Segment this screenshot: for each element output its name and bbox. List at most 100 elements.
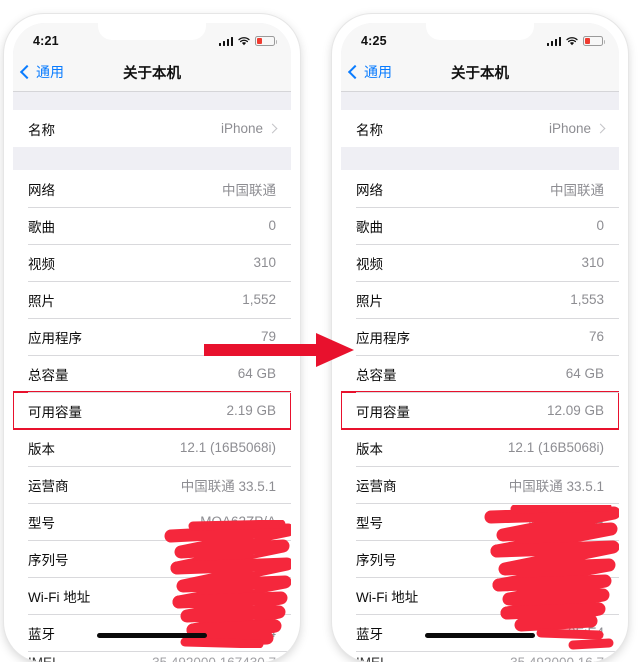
row-value: 中国联通 — [222, 182, 276, 198]
back-button-label: 通用 — [36, 64, 64, 80]
row-label: 总容量 — [356, 367, 397, 383]
cellular-bars-icon — [546, 36, 561, 46]
wifi-icon — [238, 36, 250, 46]
row-label: 型号 — [28, 515, 55, 531]
row-value: 中国联通 33.5.1 — [180, 478, 276, 494]
table-row[interactable]: 名称 iPhone — [341, 110, 619, 147]
table-row-available-storage[interactable]: 可用容量 12.09 GB — [341, 391, 619, 430]
notch — [98, 23, 206, 40]
settings-list-before: 名称 iPhone 网络 中国联通 歌曲 0 视频 310 照片 1,552 应用程序 7… — [13, 92, 291, 662]
row-label: 名称 — [356, 122, 383, 138]
row-label: 运营商 — [28, 478, 69, 494]
nav-bar-before: 通用 关于本机 — [13, 53, 291, 92]
row-value: iPhone — [549, 121, 606, 136]
row-label: 应用程序 — [28, 330, 82, 346]
table-row[interactable]: 运营商 中国联通 33.5.1 — [13, 466, 291, 503]
row-value: 中国联通 — [550, 182, 604, 198]
row-label: IMEI — [356, 655, 384, 662]
home-indicator — [425, 633, 535, 638]
phone-screen-after: 4:25 通用 关于本机 名称 iPhone 网络 中国联通 歌曲 0 视频 3… — [341, 23, 619, 662]
back-button-label: 通用 — [364, 64, 392, 80]
red-right-arrow — [204, 330, 354, 370]
table-row[interactable]: 序列号 — [13, 540, 291, 577]
settings-group-device: 网络 中国联通 歌曲 0 视频 310 照片 1,552 应用程序 79 总容量 64 GB… — [13, 170, 291, 662]
row-label: 歌曲 — [356, 219, 383, 235]
battery-low-icon — [255, 36, 277, 46]
row-label: 版本 — [356, 441, 383, 457]
row-value: MQA62ZP/A — [528, 514, 604, 529]
row-label: 运营商 — [356, 478, 397, 494]
table-row[interactable]: 名称 iPhone — [13, 110, 291, 147]
table-row[interactable]: 视频 310 — [341, 244, 619, 281]
row-value: 1,553 — [570, 292, 604, 307]
table-row[interactable]: 运营商 中国联通 33.5.1 — [341, 466, 619, 503]
row-label: 歌曲 — [28, 219, 55, 235]
table-row-available-storage[interactable]: 可用容量 2.19 GB — [13, 391, 291, 430]
table-row[interactable]: 型号 MQA62ZP/A — [13, 503, 291, 540]
row-value: 76 — [588, 329, 604, 344]
table-row[interactable]: 版本 12.1 (16B5068i) — [341, 429, 619, 466]
table-row[interactable]: 歌曲 0 — [341, 207, 619, 244]
row-value-text: iPhone — [220, 121, 263, 136]
table-row[interactable]: 视频 310 — [13, 244, 291, 281]
settings-group-name: 名称 iPhone — [13, 110, 291, 147]
back-button-general[interactable]: 通用 — [347, 62, 392, 82]
row-label: 视频 — [28, 256, 55, 272]
phone-after: 4:25 通用 关于本机 名称 iPhone 网络 中国联通 歌曲 0 视频 3… — [332, 14, 628, 662]
row-label: 照片 — [28, 293, 55, 309]
table-row[interactable]: 应用程序 76 — [341, 318, 619, 355]
chevron-left-icon — [347, 64, 363, 80]
battery-low-icon — [583, 36, 605, 46]
status-icons — [546, 36, 605, 46]
table-row[interactable]: Wi-Fi 地址 — [13, 577, 291, 614]
wifi-icon — [566, 36, 578, 46]
row-label: 可用容量 — [28, 404, 82, 420]
row-value: 310 — [253, 255, 276, 270]
table-row[interactable]: 歌曲 0 — [13, 207, 291, 244]
settings-group-name: 名称 iPhone — [341, 110, 619, 147]
row-label: 总容量 — [28, 367, 69, 383]
row-label: 型号 — [356, 515, 383, 531]
row-value: 12.09 GB — [546, 403, 604, 418]
row-value: 3F:E4 — [567, 625, 604, 640]
row-label: 蓝牙 — [28, 626, 55, 642]
nav-bar-after: 通用 关于本机 — [341, 53, 619, 92]
table-row[interactable]: 网络 中国联通 — [13, 170, 291, 207]
chevron-right-icon — [267, 123, 278, 134]
row-label: 序列号 — [28, 552, 69, 568]
list-gap — [341, 147, 619, 170]
list-gap — [341, 92, 619, 110]
table-row[interactable]: 版本 12.1 (16B5068i) — [13, 429, 291, 466]
row-value: 12.1 (16B5068i) — [179, 440, 276, 455]
status-icons — [218, 36, 277, 46]
status-clock: 4:21 — [33, 34, 59, 48]
table-row[interactable]: Wi-Fi 地址 — [341, 577, 619, 614]
row-label: 版本 — [28, 441, 55, 457]
table-row[interactable]: 网络 中国联通 — [341, 170, 619, 207]
back-button-general[interactable]: 通用 — [19, 62, 64, 82]
table-row[interactable]: 总容量 64 GB — [341, 355, 619, 392]
row-value: 35 492000 16 7 — [510, 655, 604, 662]
chevron-right-icon — [595, 123, 606, 134]
row-label: 照片 — [356, 293, 383, 309]
row-value: 3F:E4 — [239, 625, 276, 640]
row-label: 序列号 — [356, 552, 397, 568]
table-row[interactable]: 序列号 — [341, 540, 619, 577]
row-label: 应用程序 — [356, 330, 410, 346]
table-row-imei[interactable]: IMEI 35 492000 167430 7 — [13, 651, 291, 662]
row-label: 蓝牙 — [356, 626, 383, 642]
settings-list-after: 名称 iPhone 网络 中国联通 歌曲 0 视频 310 照片 1,553 应用程序 7… — [341, 92, 619, 662]
table-row[interactable]: 照片 1,553 — [341, 281, 619, 318]
row-value: 64 GB — [565, 366, 604, 381]
row-value: 2.19 GB — [226, 403, 276, 418]
comparison-screenshot: 4:21 通用 关于本机 名称 iPhone 网络 中国联通 歌曲 0 视频 3… — [0, 0, 640, 662]
chevron-left-icon — [19, 64, 35, 80]
row-label: Wi-Fi 地址 — [356, 589, 419, 605]
table-row[interactable]: 照片 1,552 — [13, 281, 291, 318]
row-label: IMEI — [28, 655, 56, 662]
row-label: 网络 — [356, 182, 383, 198]
table-row[interactable]: 型号 MQA62ZP/A — [341, 503, 619, 540]
row-label: 名称 — [28, 122, 55, 138]
home-indicator — [97, 633, 207, 638]
table-row-imei[interactable]: IMEI 35 492000 16 7 — [341, 651, 619, 662]
